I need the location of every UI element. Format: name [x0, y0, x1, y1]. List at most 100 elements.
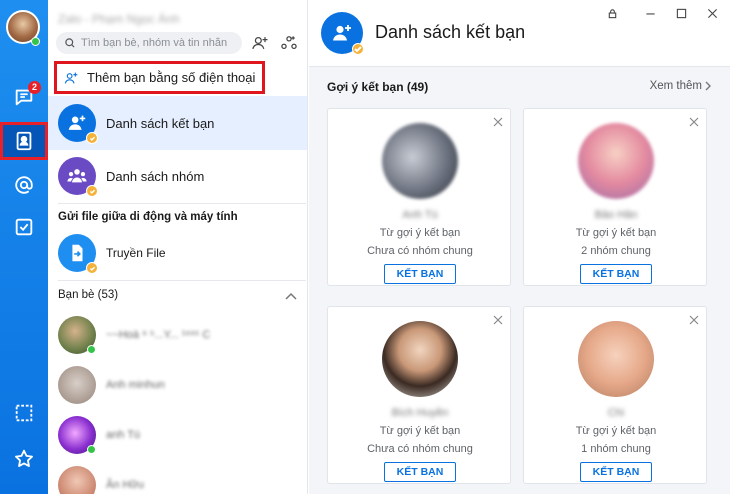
divider: [58, 203, 306, 204]
mutual-groups: Chưa có nhóm chung: [367, 245, 473, 257]
friend-request-icon: [58, 104, 98, 144]
divider: [58, 280, 306, 281]
online-dot: [87, 445, 96, 454]
row-group-list[interactable]: Danh sách nhóm: [48, 150, 307, 202]
messages-badge: 2: [28, 81, 41, 94]
suggestion-source: Từ gợi ý kết bạn: [575, 425, 657, 437]
file-section-title: Gửi file giữa di động và máy tính: [58, 211, 238, 223]
contacts-panel: Zalo - Phạm Ngọc Ánh Thêm bạn bằng số đi…: [48, 0, 308, 494]
add-friend-button[interactable]: KẾT BẠN: [580, 264, 652, 284]
mutual-groups: 2 nhóm chung: [581, 245, 651, 257]
dismiss-icon[interactable]: [493, 117, 503, 127]
row-label: Truyền File: [106, 246, 166, 260]
suggestion-card: Bích Huyền Từ gợi ý kết bạn Chưa có nhóm…: [327, 306, 511, 484]
friend-row[interactable]: ~~Hoà ⁹ ⁵...Y... ¹⁹⁹⁵ C: [48, 310, 307, 360]
maximize-icon: [676, 8, 686, 18]
mention-icon: [15, 176, 33, 194]
suggestion-source: Từ gợi ý kết bạn: [379, 227, 461, 239]
account-name: Zalo - Phạm Ngọc Ánh: [58, 12, 180, 26]
dismiss-icon[interactable]: [689, 315, 699, 325]
friend-name: Ân Hữu: [106, 479, 144, 491]
friend-name: anh Tú: [106, 429, 141, 441]
add-friend-by-phone[interactable]: Thêm bạn bằng số điện thoại: [54, 61, 265, 94]
transfer-file-icon: [58, 234, 98, 274]
lock-icon: [608, 8, 616, 18]
create-group-button[interactable]: [277, 31, 301, 55]
nav-messages[interactable]: 2: [0, 78, 48, 116]
verified-badge: [86, 132, 98, 144]
suggestion-avatar: [382, 123, 458, 199]
online-status-dot: [31, 37, 40, 46]
add-friend-by-phone-label: Thêm bạn bằng số điện thoại: [87, 70, 256, 85]
add-user-icon: [64, 72, 78, 83]
mutual-groups: 1 nhóm chung: [581, 443, 651, 455]
friend-request-header-icon: [321, 12, 364, 55]
close-icon: [707, 8, 717, 18]
nav-rail: 2: [0, 0, 48, 494]
friend-name: Anh minhun: [106, 379, 165, 391]
main-header: Danh sách kết bạn: [309, 0, 730, 67]
friend-avatar: [58, 416, 96, 454]
group-icon: [58, 157, 98, 197]
suggestion-name: Bảo Hân: [594, 209, 638, 221]
add-friend-button[interactable]: KẾT BẠN: [384, 462, 456, 482]
lock-button[interactable]: [604, 5, 620, 21]
maximize-button[interactable]: [673, 5, 689, 21]
nav-starred[interactable]: [0, 440, 48, 478]
see-more-link[interactable]: Xem thêm: [650, 80, 702, 92]
nav-screenshot[interactable]: [0, 394, 48, 432]
chevron-right-icon[interactable]: [704, 81, 712, 91]
friend-avatar: [58, 316, 96, 354]
row-transfer-file[interactable]: Truyền File: [48, 228, 307, 278]
suggestion-avatar: [382, 321, 458, 397]
suggestion-avatar: [578, 321, 654, 397]
friend-row[interactable]: Anh minhun: [48, 360, 307, 410]
friend-row[interactable]: anh Tú: [48, 410, 307, 460]
create-group-icon: [281, 36, 297, 50]
verified-badge: [86, 262, 98, 274]
mutual-groups: Chưa có nhóm chung: [367, 443, 473, 455]
suggestion-card: Bảo Hân Từ gợi ý kết bạn 2 nhóm chung KẾ…: [523, 108, 707, 286]
dismiss-icon[interactable]: [689, 117, 699, 127]
add-friend-button[interactable]: KẾT BẠN: [580, 462, 652, 482]
nav-contacts[interactable]: [0, 122, 48, 160]
nav-mentions[interactable]: [0, 166, 48, 204]
nav-todo[interactable]: [0, 208, 48, 246]
friend-avatar: [58, 366, 96, 404]
minimize-button[interactable]: [642, 5, 658, 21]
close-window-button[interactable]: [704, 5, 720, 21]
row-label: Danh sách kết bạn: [106, 115, 215, 131]
verified-badge: [86, 185, 98, 197]
verified-badge: [352, 43, 364, 55]
main-content: Danh sách kết bạn Gợi ý kết bạn (49) Xem…: [309, 0, 730, 494]
screenshot-icon: [15, 404, 33, 422]
todo-icon: [15, 218, 33, 236]
suggestion-avatar: [578, 123, 654, 199]
row-friend-requests[interactable]: Danh sách kết bạn: [48, 96, 307, 150]
add-friend-icon: [252, 36, 268, 50]
suggestion-name: Bích Huyền: [391, 407, 449, 419]
suggestion-name: Anh Tú: [402, 209, 438, 221]
suggestion-source: Từ gợi ý kết bạn: [575, 227, 657, 239]
minimize-icon: [645, 12, 655, 15]
row-label: Danh sách nhóm: [106, 168, 205, 184]
page-title: Danh sách kết bạn: [375, 22, 526, 42]
add-friend-button[interactable]: KẾT BẠN: [384, 264, 456, 284]
friend-row[interactable]: Ân Hữu: [48, 460, 307, 494]
search-input[interactable]: [81, 37, 234, 49]
friends-section-title: Bạn bè (53): [58, 289, 119, 301]
add-friend-button[interactable]: [248, 31, 272, 55]
suggestions-title: Gợi ý kết bạn (49): [327, 80, 429, 94]
suggestion-card: Anh Tú Từ gợi ý kết bạn Chưa có nhóm chu…: [327, 108, 511, 286]
search-icon: [65, 38, 75, 48]
dismiss-icon[interactable]: [493, 315, 503, 325]
contacts-icon: [16, 131, 32, 151]
friend-avatar: [58, 466, 96, 494]
collapse-chevron-icon[interactable]: [285, 292, 297, 300]
suggestion-card: Chi Từ gợi ý kết bạn 1 nhóm chung KẾT BẠ…: [523, 306, 707, 484]
suggestion-source: Từ gợi ý kết bạn: [379, 425, 461, 437]
suggestion-name: Chi: [607, 407, 625, 419]
search-box[interactable]: [56, 32, 242, 54]
online-dot: [87, 345, 96, 354]
friend-name: ~~Hoà ⁹ ⁵...Y... ¹⁹⁹⁵ C: [106, 329, 211, 341]
